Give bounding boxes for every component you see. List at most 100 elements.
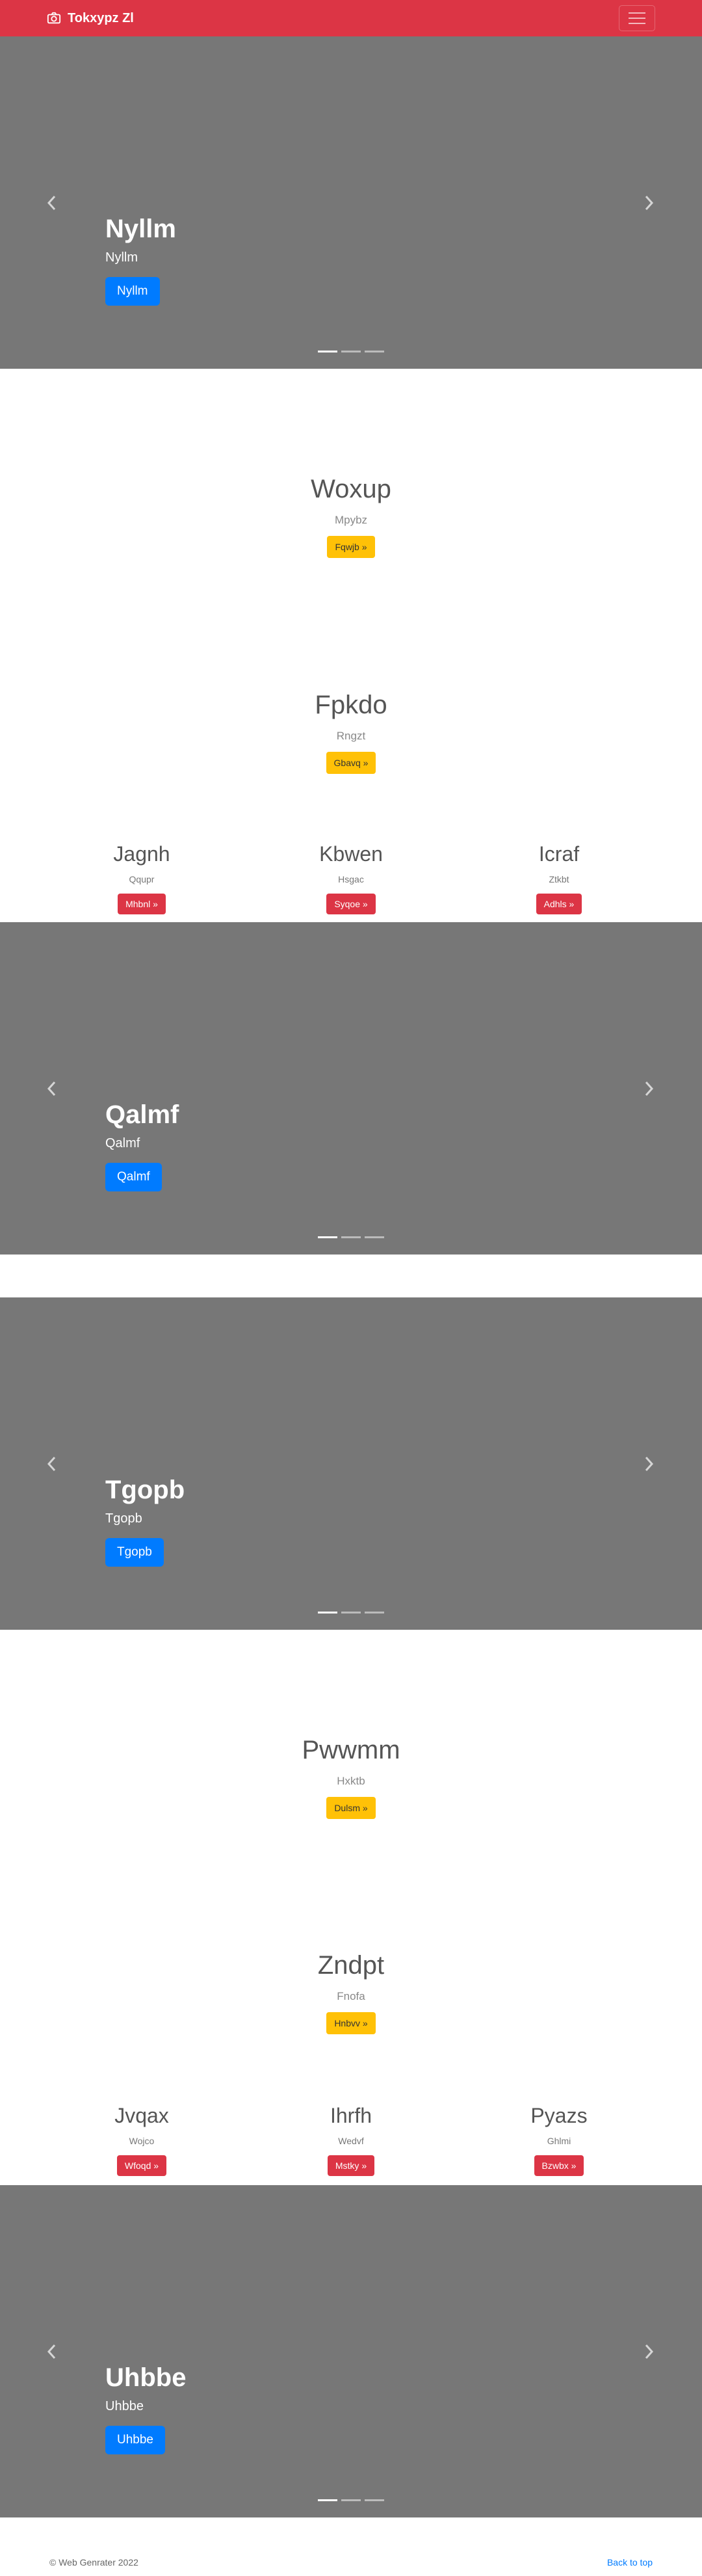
brand-link[interactable]: Tokxypz Zl bbox=[47, 0, 134, 36]
column-button[interactable]: Mhbnl » bbox=[118, 894, 166, 914]
carousel-button[interactable]: Tgopb bbox=[105, 1538, 164, 1567]
chevron-right-icon bbox=[645, 195, 654, 210]
chevron-left-icon bbox=[47, 195, 56, 210]
column-item: Ihrfh Wedvf Mstky » bbox=[247, 2103, 455, 2176]
carousel-caption: Uhbbe Uhbbe Uhbbe bbox=[105, 2362, 186, 2454]
feature-title: Zndpt bbox=[317, 1951, 385, 1980]
feature-text: Fnofa bbox=[337, 1990, 365, 2002]
carousel-button[interactable]: Nyllm bbox=[105, 277, 160, 306]
chevron-left-icon bbox=[47, 2344, 56, 2359]
hamburger-menu-icon bbox=[629, 12, 645, 14]
columns-row: Jagnh Qqupr Mhbnl » Kbwen Hsgac Syqoe » … bbox=[0, 842, 702, 920]
carousel-indicators bbox=[0, 351, 702, 352]
camera-icon bbox=[47, 12, 61, 24]
column-text: Qqupr bbox=[129, 874, 155, 884]
brand-name: Tokxypz Zl bbox=[68, 10, 134, 25]
carousel-caption: Qalmf Qalmf Qalmf bbox=[105, 1099, 179, 1191]
column-text: Wojco bbox=[129, 2136, 155, 2146]
feature-button[interactable]: Hnbvv » bbox=[326, 2012, 376, 2034]
carousel-1: Nyllm Nyllm Nyllm bbox=[0, 36, 702, 369]
carousel-indicator[interactable] bbox=[341, 351, 361, 352]
column-title: Jagnh bbox=[113, 842, 170, 866]
carousel-next-button[interactable] bbox=[641, 2343, 656, 2361]
feature-text: Hxktb bbox=[337, 1775, 365, 1787]
carousel-subtitle: Nyllm bbox=[105, 250, 138, 265]
navbar-toggler-button[interactable] bbox=[619, 5, 655, 31]
carousel-caption: Tgopb Tgopb Tgopb bbox=[105, 1474, 185, 1567]
carousel-indicators bbox=[0, 1612, 702, 1613]
carousel-next-button[interactable] bbox=[641, 1455, 656, 1473]
carousel-caption: Nyllm Nyllm Nyllm bbox=[105, 213, 176, 306]
carousel-indicator[interactable] bbox=[318, 2499, 337, 2501]
carousel-indicator[interactable] bbox=[318, 1612, 337, 1613]
carousel-indicator[interactable] bbox=[318, 351, 337, 352]
carousel-indicators bbox=[0, 1236, 702, 1238]
carousel-subtitle: Tgopb bbox=[105, 1511, 142, 1526]
column-text: Ztkbt bbox=[549, 874, 569, 884]
column-title: Icraf bbox=[538, 842, 580, 866]
column-button[interactable]: Bzwbx » bbox=[534, 2155, 584, 2176]
feature-button[interactable]: Fqwjb » bbox=[327, 536, 375, 558]
footer-copyright: © Web Genrater 2022 bbox=[49, 2557, 138, 2568]
column-title: Ihrfh bbox=[330, 2104, 372, 2127]
chevron-left-icon bbox=[47, 1081, 56, 1096]
carousel-indicators bbox=[0, 2499, 702, 2501]
carousel-indicator[interactable] bbox=[341, 1612, 361, 1613]
carousel-button[interactable]: Uhbbe bbox=[105, 2426, 165, 2454]
carousel-indicator[interactable] bbox=[365, 1612, 384, 1613]
feature-button[interactable]: Gbavq » bbox=[326, 752, 376, 774]
column-title: Jvqax bbox=[114, 2104, 169, 2127]
carousel-subtitle: Qalmf bbox=[105, 1136, 140, 1150]
chevron-right-icon bbox=[645, 1081, 654, 1096]
feature-button[interactable]: Dulsm » bbox=[326, 1797, 376, 1819]
carousel-indicator[interactable] bbox=[365, 351, 384, 352]
carousel-title: Tgopb bbox=[105, 1476, 185, 1504]
footer: © Web Genrater 2022 Back to top bbox=[0, 2549, 702, 2575]
column-item: Kbwen Hsgac Syqoe » bbox=[247, 842, 455, 914]
carousel-indicator[interactable] bbox=[365, 2499, 384, 2501]
navbar: Tokxypz Zl bbox=[0, 0, 702, 36]
carousel-indicator[interactable] bbox=[341, 1236, 361, 1238]
back-to-top-link[interactable]: Back to top bbox=[607, 2557, 653, 2568]
carousel-title: Nyllm bbox=[105, 215, 176, 243]
feature-text: Rngzt bbox=[336, 730, 366, 742]
feature-section: Zndpt Fnofa Hnbvv » bbox=[0, 1950, 702, 2034]
column-button[interactable]: Wfoqd » bbox=[116, 2155, 167, 2176]
feature-text: Mpybz bbox=[334, 514, 368, 526]
feature-section: Fpkdo Rngzt Gbavq » bbox=[0, 689, 702, 774]
column-text: Ghlmi bbox=[547, 2136, 571, 2146]
chevron-left-icon bbox=[47, 1456, 56, 1471]
columns-row: Jvqax Wojco Wfoqd » Ihrfh Wedvf Mstky » … bbox=[0, 2103, 702, 2181]
chevron-right-icon bbox=[645, 2344, 654, 2359]
column-title: Kbwen bbox=[319, 842, 383, 866]
feature-title: Woxup bbox=[311, 475, 391, 503]
column-text: Wedvf bbox=[338, 2136, 364, 2146]
carousel-prev-button[interactable] bbox=[44, 1080, 60, 1098]
column-button[interactable]: Mstky » bbox=[327, 2155, 375, 2176]
carousel-prev-button[interactable] bbox=[44, 194, 60, 212]
column-button[interactable]: Syqoe » bbox=[326, 894, 376, 914]
feature-section: Woxup Mpybz Fqwjb » bbox=[0, 473, 702, 558]
column-text: Hsgac bbox=[338, 874, 364, 884]
carousel-title: Uhbbe bbox=[105, 2363, 187, 2392]
column-item: Jagnh Qqupr Mhbnl » bbox=[38, 842, 246, 914]
column-title: Pyazs bbox=[530, 2104, 588, 2127]
carousel-next-button[interactable] bbox=[641, 194, 656, 212]
column-button[interactable]: Adhls » bbox=[536, 894, 582, 914]
carousel-3: Tgopb Tgopb Tgopb bbox=[0, 1297, 702, 1630]
carousel-title: Qalmf bbox=[105, 1100, 179, 1129]
carousel-button[interactable]: Qalmf bbox=[105, 1163, 162, 1191]
carousel-subtitle: Uhbbe bbox=[105, 2399, 144, 2413]
carousel-next-button[interactable] bbox=[641, 1080, 656, 1098]
chevron-right-icon bbox=[645, 1456, 654, 1471]
carousel-prev-button[interactable] bbox=[44, 1455, 60, 1473]
feature-section: Pwwmm Hxktb Dulsm » bbox=[0, 1734, 702, 1819]
carousel-prev-button[interactable] bbox=[44, 2343, 60, 2361]
column-item: Icraf Ztkbt Adhls » bbox=[455, 842, 663, 914]
column-item: Jvqax Wojco Wfoqd » bbox=[38, 2103, 246, 2176]
carousel-indicator[interactable] bbox=[341, 2499, 361, 2501]
carousel-indicator[interactable] bbox=[365, 1236, 384, 1238]
column-item: Pyazs Ghlmi Bzwbx » bbox=[455, 2103, 663, 2176]
feature-title: Fpkdo bbox=[315, 691, 387, 719]
carousel-indicator[interactable] bbox=[318, 1236, 337, 1238]
